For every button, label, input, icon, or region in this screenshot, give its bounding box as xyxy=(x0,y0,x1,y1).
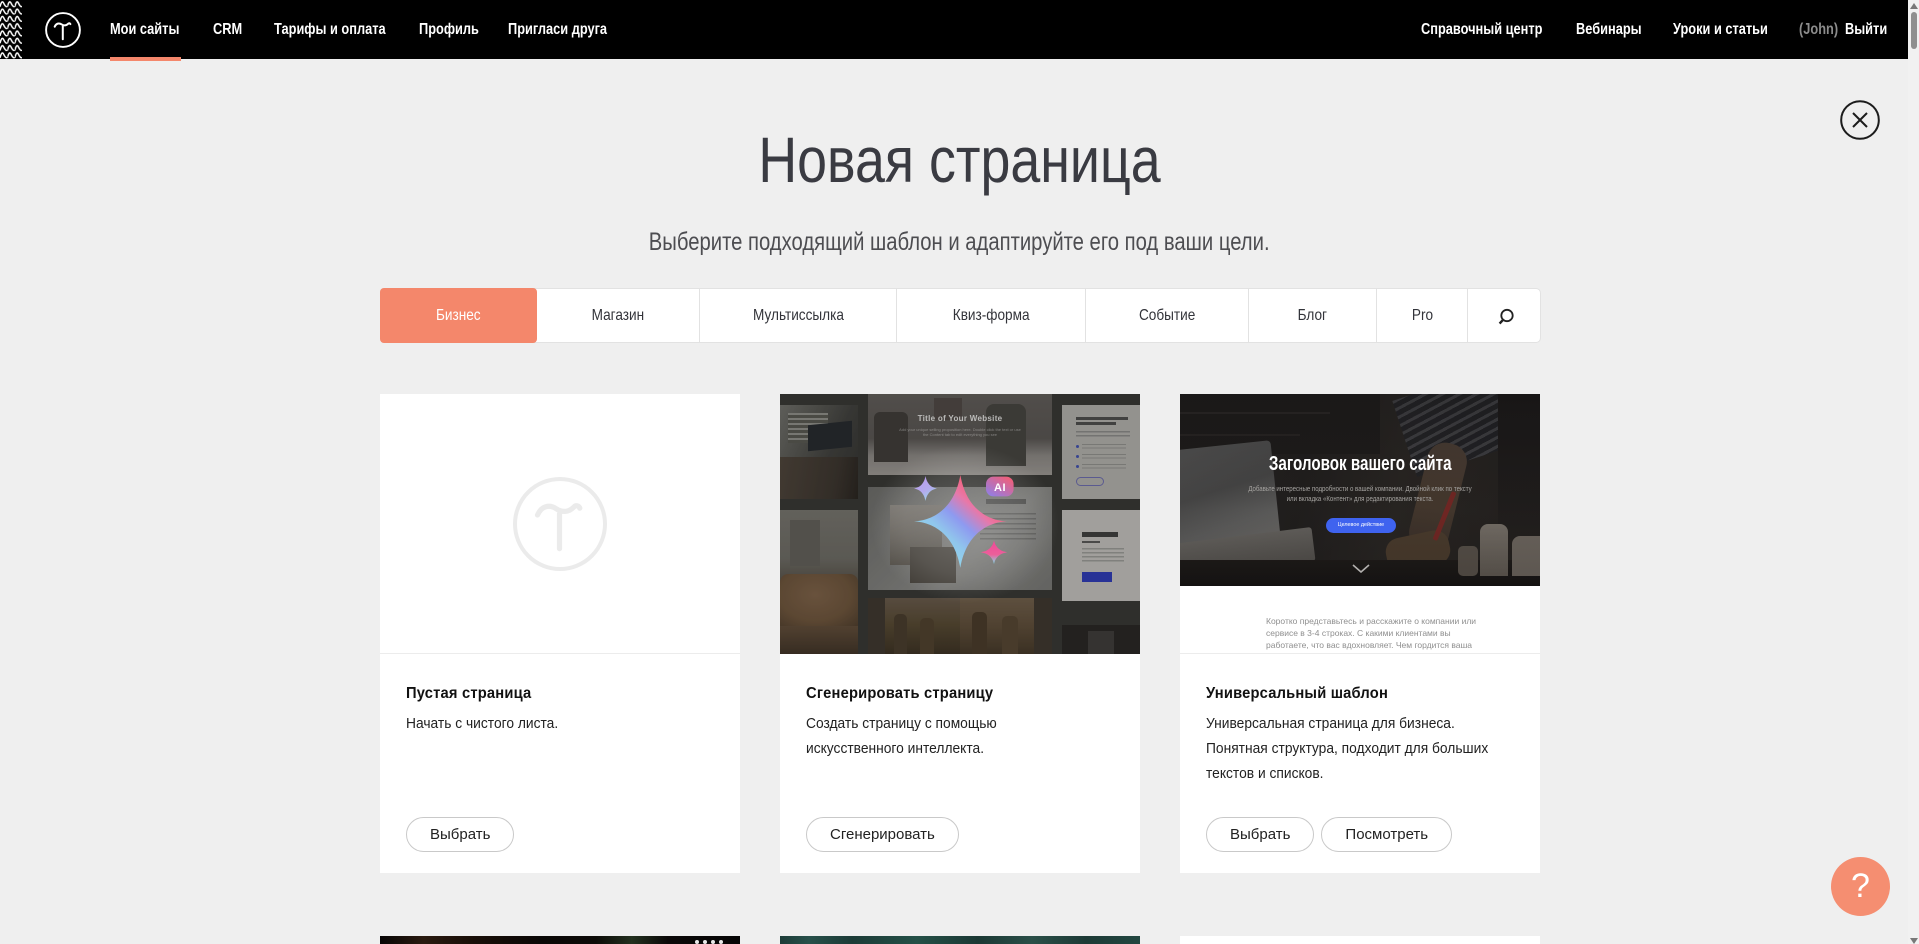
svg-text:AI: AI xyxy=(994,482,1006,494)
